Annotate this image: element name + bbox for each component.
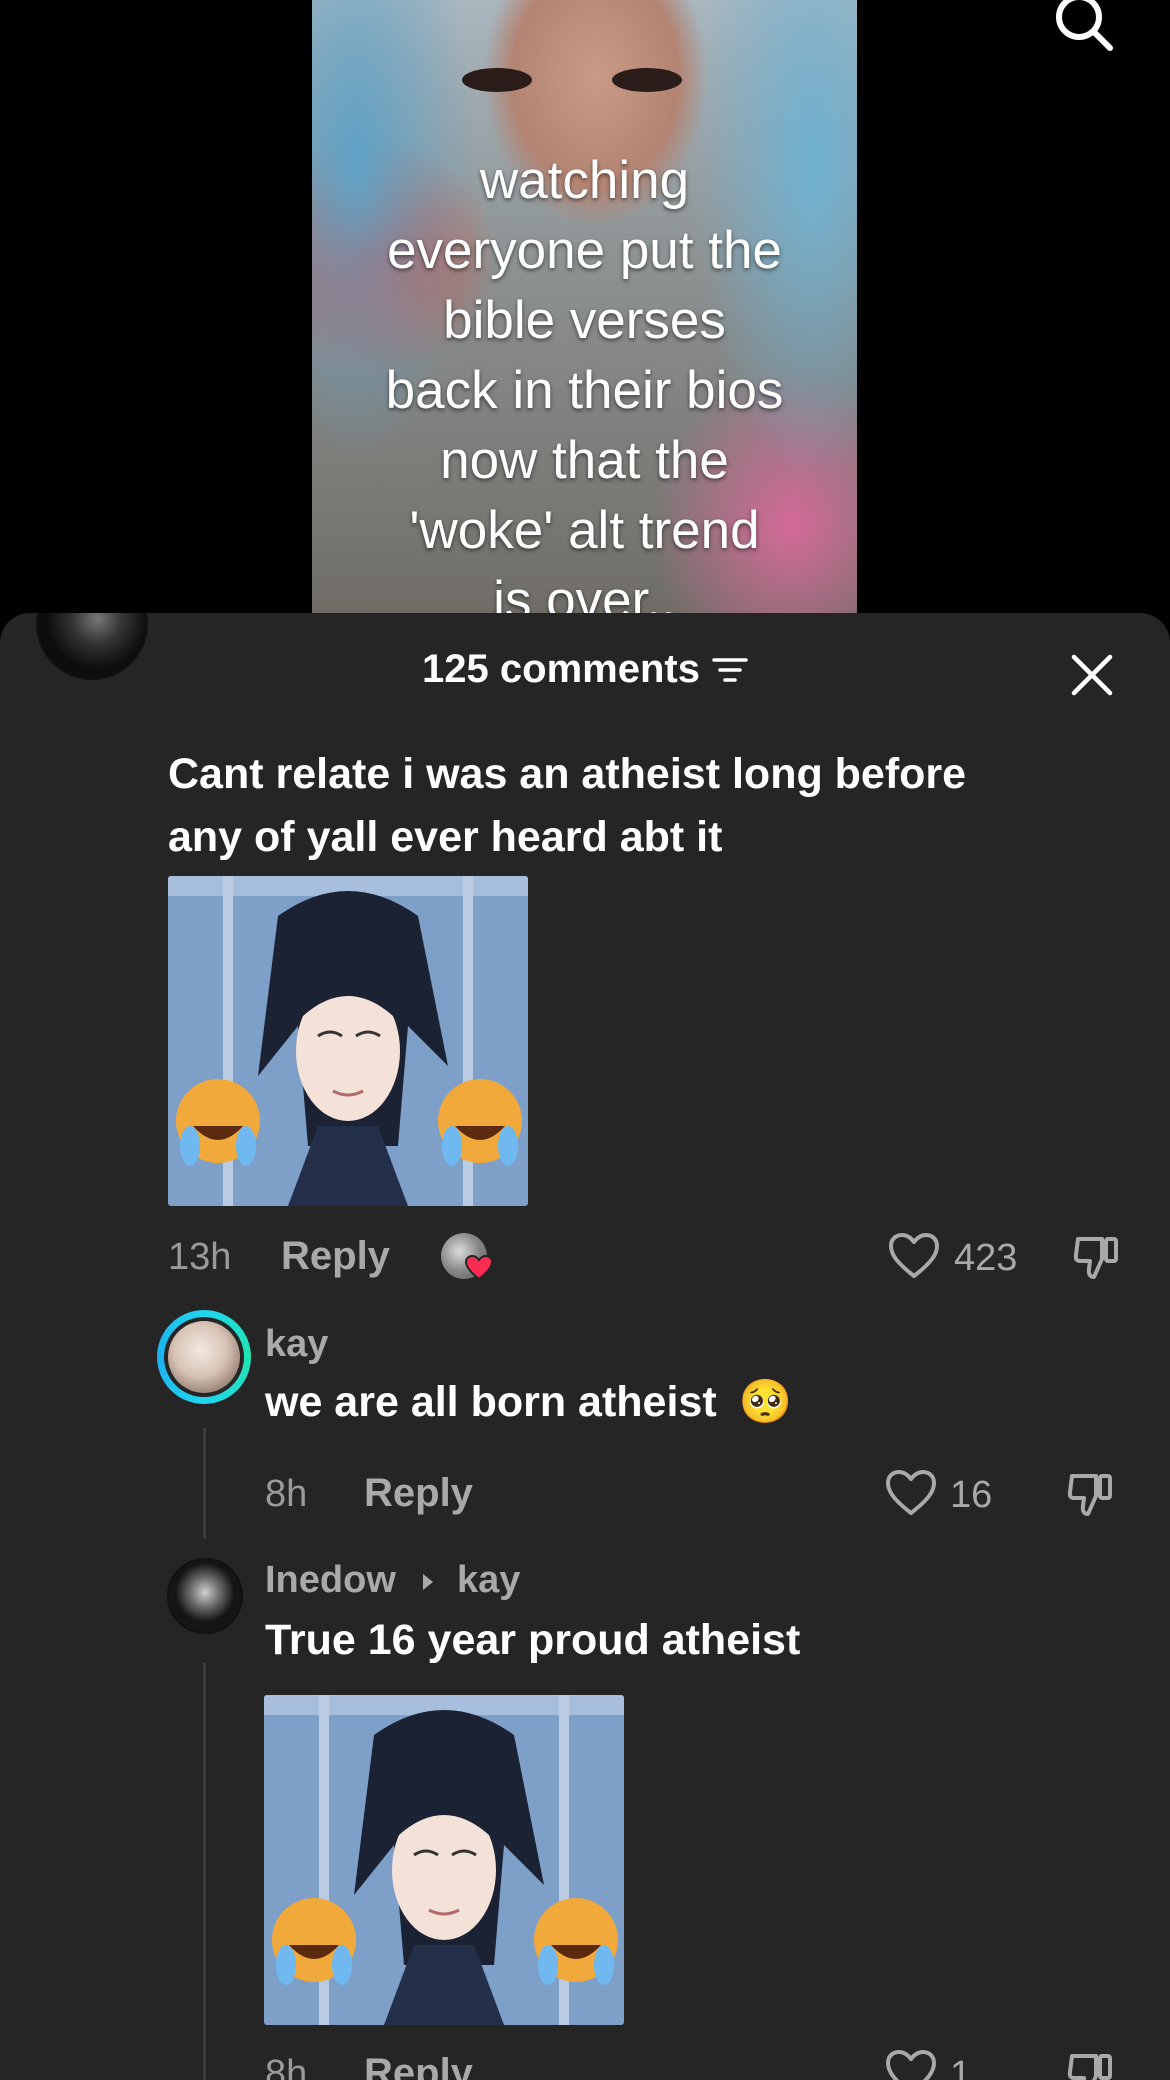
sticker-illustration	[264, 1695, 624, 2025]
thread-line	[203, 1428, 206, 1538]
video-player[interactable]: watching everyone put the bible verses b…	[312, 0, 857, 640]
reply-text: we are all born atheist 🥺	[265, 1378, 793, 1426]
video-frame-detail	[462, 68, 532, 92]
pleading-face-emoji: 🥺	[738, 1378, 793, 1426]
comments-header: 125 comments	[0, 647, 1170, 697]
reply-to-username[interactable]: kay	[457, 1559, 520, 1601]
reply-to-arrow-icon	[423, 1573, 434, 1590]
reply-timestamp: 8h	[265, 2053, 308, 2080]
reply-username[interactable]: kay	[265, 1323, 328, 1366]
heart-icon[interactable]	[888, 1232, 940, 1280]
reply-author[interactable]: Inedow	[265, 1559, 396, 1601]
reply-button[interactable]: Reply	[281, 1234, 390, 1279]
avatar-photo	[168, 1321, 240, 1393]
avatar[interactable]	[157, 1310, 251, 1404]
heart-filled-icon	[465, 1255, 493, 1281]
comment-timestamp: 13h	[168, 1236, 232, 1278]
like-count: 16	[950, 1474, 993, 1516]
sort-filter-icon[interactable]	[712, 655, 748, 685]
comment-sticker-image[interactable]	[168, 876, 528, 1206]
avatar-image	[164, 1317, 244, 1397]
dislike-icon[interactable]	[1072, 1233, 1122, 1283]
reply-text: True 16 year proud atheist	[265, 1616, 801, 1664]
comment-count: 125 comments	[422, 647, 700, 691]
thread-line	[203, 1663, 206, 2080]
dislike-icon[interactable]	[1066, 2050, 1116, 2080]
reply-button[interactable]: Reply	[364, 1471, 473, 1516]
video-frame-detail	[612, 68, 682, 92]
reply-button[interactable]: Reply	[364, 2051, 473, 2080]
close-icon[interactable]	[1070, 653, 1114, 697]
like-count: 423	[954, 1237, 1018, 1279]
comments-sheet: 125 comments Cant relate i was an atheis…	[0, 613, 1170, 2080]
reply-sticker-image[interactable]	[264, 1695, 624, 2025]
sticker-illustration	[168, 876, 528, 1206]
avatar[interactable]	[167, 1558, 243, 1634]
like-count: 1	[950, 2054, 972, 2080]
creator-liked-badge	[441, 1233, 493, 1281]
reply-timestamp: 8h	[265, 1473, 308, 1515]
video-caption: watching everyone put the bible verses b…	[385, 151, 784, 630]
reply-username: Inedow kay	[265, 1559, 520, 1602]
heart-icon[interactable]	[885, 1469, 937, 1517]
comment-text: Cant relate i was an atheist long before…	[168, 750, 967, 861]
search-icon[interactable]	[1052, 0, 1114, 52]
heart-icon[interactable]	[885, 2049, 937, 2080]
dislike-icon[interactable]	[1066, 1470, 1116, 1520]
